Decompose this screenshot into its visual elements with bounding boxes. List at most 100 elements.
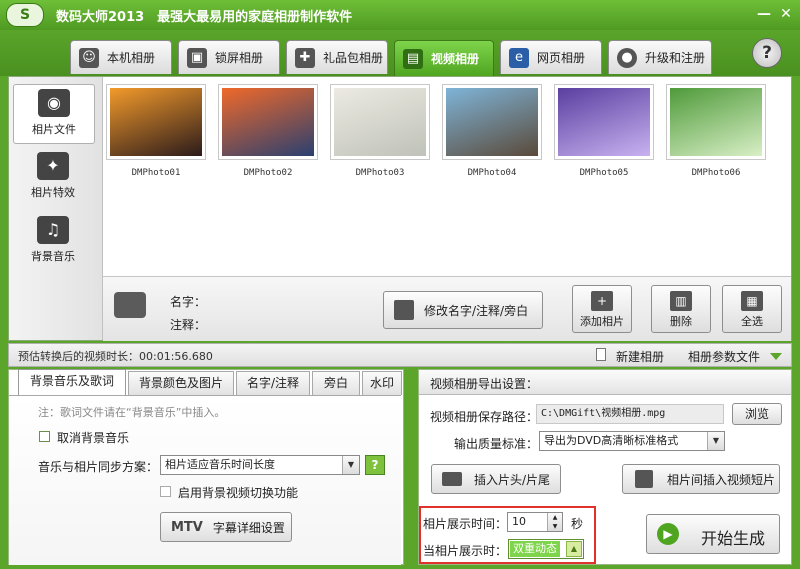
new-album-link[interactable]: 新建相册	[616, 348, 664, 365]
globe-icon: ●	[617, 47, 637, 68]
browse-button[interactable]: 浏览	[732, 403, 782, 425]
mtv-subtitle-button[interactable]: MTV 字幕详细设置	[160, 512, 292, 542]
camera-icon: ◉	[38, 89, 70, 117]
video-switch-checkbox[interactable]	[160, 486, 171, 497]
sync-label: 音乐与相片同步方案：	[38, 460, 159, 474]
person-icon: ☺	[79, 47, 99, 68]
edit-name-comment-button[interactable]: 修改名字/注释/旁白	[383, 291, 543, 329]
minimize-button[interactable]: —	[756, 6, 772, 22]
sidebar-item-label: 相片文件	[32, 123, 76, 136]
add-photo-icon: +	[591, 291, 613, 311]
video-switch-label: 启用背景视频切换功能	[178, 486, 299, 500]
select-all-label: 全选	[741, 315, 763, 328]
checked-box-icon	[635, 470, 653, 488]
insert-video-clip-button[interactable]: 相片间插入视频短片	[622, 464, 780, 494]
tab-label: 本机相册	[107, 51, 156, 65]
photo-image	[446, 88, 538, 156]
start-generate-label: 开始生成	[701, 529, 766, 548]
save-path-label: 视频相册保存路径：	[430, 410, 539, 424]
film-icon: ▤	[403, 48, 423, 69]
save-path-field[interactable]: C:\DMGift\视频相册.mpg	[536, 404, 724, 424]
quality-label: 输出质量标准：	[454, 437, 539, 451]
chevron-down-icon: ▼	[342, 456, 359, 474]
app-logo: S	[6, 3, 44, 27]
tab-label: 网页相册	[537, 51, 586, 65]
cancel-music-label: 取消背景音乐	[57, 431, 130, 445]
tab-gift-album[interactable]: ✚ 礼品包相册	[286, 40, 388, 74]
chevron-down-icon: ▼	[707, 432, 724, 450]
play-icon: ▶	[657, 523, 679, 545]
edit-icon	[394, 300, 414, 320]
photo-image	[222, 88, 314, 156]
sync-value: 相片适应音乐时间长度	[165, 458, 275, 471]
insert-intro-outro-button[interactable]: 插入片头/片尾	[431, 464, 561, 494]
sidebar-item-label: 相片特效	[31, 186, 75, 199]
sync-select[interactable]: 相片适应音乐时间长度 ▼	[160, 455, 360, 475]
photo-caption: DMPhoto06	[691, 168, 741, 178]
select-all-button[interactable]: ▦ 全选	[722, 285, 782, 333]
name-label: 名字：	[170, 295, 207, 309]
photo-image	[334, 88, 426, 156]
tab-label: 礼品包相册	[323, 51, 384, 65]
sidebar-item-label: 背景音乐	[31, 250, 75, 263]
photo-thumbnail[interactable]	[106, 84, 206, 160]
tab-label: 锁屏相册	[215, 51, 264, 65]
edit-button-label: 修改名字/注释/旁白	[424, 303, 529, 318]
tab-name-comment[interactable]: 名字/注释	[236, 371, 310, 395]
photo-caption: DMPhoto04	[467, 168, 517, 178]
tab-local-album[interactable]: ☺ 本机相册	[70, 40, 172, 74]
insert-intro-label: 插入片头/片尾	[474, 472, 551, 487]
help-button[interactable]: ?	[752, 38, 782, 68]
tab-music-lyrics[interactable]: 背景音乐及歌词	[18, 369, 126, 395]
tab-video-album[interactable]: ▤ 视频相册	[394, 40, 494, 76]
photo-caption: DMPhoto05	[579, 168, 629, 178]
start-generate-button[interactable]: ▶ 开始生成	[646, 514, 780, 554]
export-header: 视频相册导出设置：	[430, 377, 539, 391]
photo-caption: DMPhoto01	[131, 168, 181, 178]
mtv-icon: MTV	[171, 519, 203, 535]
photo-thumbnail[interactable]	[554, 84, 654, 160]
close-button[interactable]: ✕	[778, 6, 794, 22]
photo-image	[558, 88, 650, 156]
quality-select[interactable]: 导出为DVD高清晰标准格式 ▼	[539, 431, 725, 451]
photo-thumbnail[interactable]	[442, 84, 542, 160]
photo-thumbnail[interactable]	[218, 84, 318, 160]
lyrics-note: 注：歌词文件请在“背景音乐”中插入。	[38, 406, 226, 419]
chevron-down-icon[interactable]	[770, 353, 782, 360]
sidebar-item-background-music[interactable]: ♫ 背景音乐	[13, 212, 93, 270]
cancel-music-checkbox[interactable]	[39, 431, 50, 442]
video-camera-icon	[442, 472, 462, 486]
photo-image	[110, 88, 202, 156]
help-icon[interactable]: ?	[365, 455, 385, 475]
document-icon	[596, 348, 606, 361]
grid-icon: ▦	[741, 291, 763, 311]
music-icon: ♫	[37, 216, 69, 244]
delete-label: 删除	[670, 315, 692, 328]
ie-icon: e	[509, 47, 529, 68]
tab-background[interactable]: 背景颜色及图片	[128, 371, 234, 395]
tab-lockscreen-album[interactable]: ▣ 锁屏相册	[178, 40, 280, 74]
sidebar-item-photo-effects[interactable]: ✦ 相片特效	[13, 148, 93, 206]
tab-label: 升级和注册	[645, 51, 706, 65]
add-photo-button[interactable]: + 添加相片	[572, 285, 632, 333]
tab-narration[interactable]: 旁白	[312, 371, 360, 395]
photo-thumbnail[interactable]	[330, 84, 430, 160]
tab-label: 视频相册	[431, 52, 480, 66]
tab-web-album[interactable]: e 网页相册	[500, 40, 602, 74]
gift-icon: ✚	[295, 47, 315, 68]
monitor-icon: ▣	[187, 47, 207, 68]
sidebar-item-photo-files[interactable]: ◉ 相片文件	[13, 84, 95, 144]
album-params-link[interactable]: 相册参数文件	[688, 348, 760, 365]
tab-watermark[interactable]: 水印	[362, 371, 402, 395]
comment-label: 注释：	[170, 318, 207, 332]
tab-upgrade-register[interactable]: ● 升级和注册	[608, 40, 712, 74]
photo-caption: DMPhoto02	[243, 168, 293, 178]
insert-clip-label: 相片间插入视频短片	[667, 472, 776, 487]
highlight-box	[419, 506, 596, 564]
estimated-duration: 预估转换后的视频时长：00:01:56.680	[18, 350, 213, 363]
delete-button[interactable]: ▥ 删除	[651, 285, 711, 333]
photo-thumbnail[interactable]	[666, 84, 766, 160]
trash-icon: ▥	[670, 291, 692, 311]
effects-icon: ✦	[37, 152, 69, 180]
quality-value: 导出为DVD高清晰标准格式	[544, 434, 679, 447]
